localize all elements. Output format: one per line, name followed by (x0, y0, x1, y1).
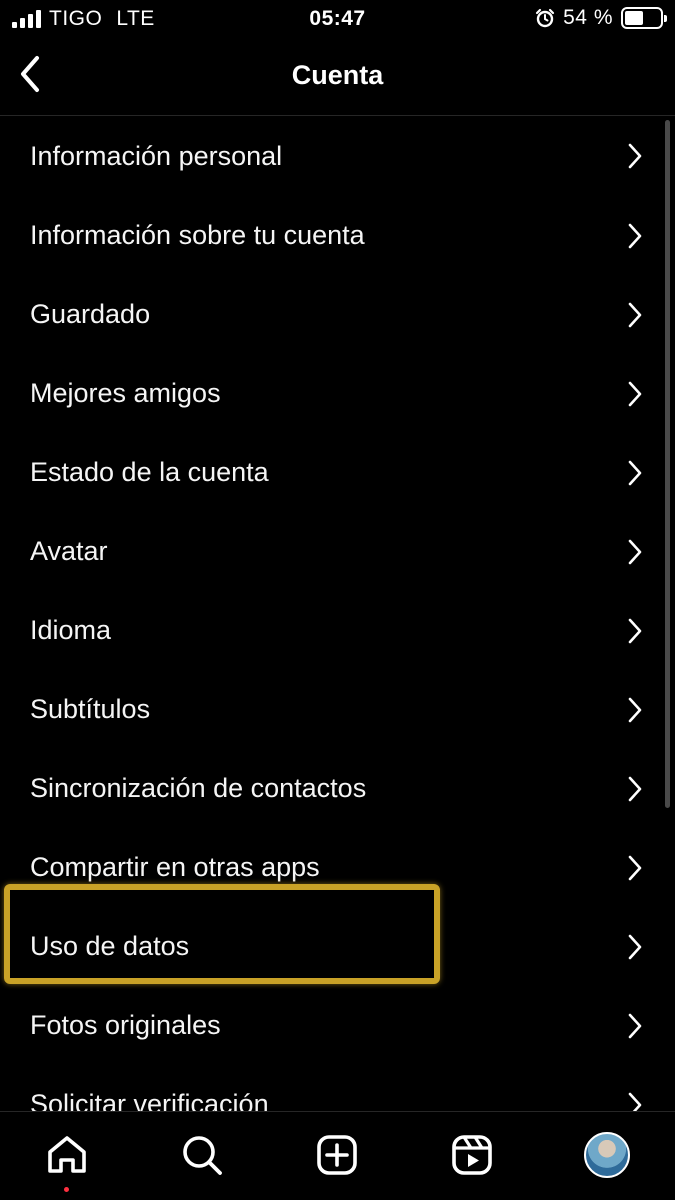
menu-item-about-account[interactable]: Información sobre tu cuenta (0, 196, 675, 275)
menu-item-label: Subtítulos (30, 694, 151, 724)
menu-item-close-friends[interactable]: Mejores amigos (0, 354, 675, 433)
battery-icon (621, 7, 667, 29)
scrollbar[interactable] (665, 120, 670, 808)
alarm-icon (536, 8, 555, 28)
header: Cuenta (0, 38, 675, 116)
status-right: 54 % (535, 6, 667, 30)
menu-item-original-photos[interactable]: Fotos originales (0, 986, 675, 1065)
home-icon (48, 1136, 86, 1173)
menu-item-share-other-apps[interactable]: Compartir en otras apps (0, 828, 675, 907)
chevron-right-icon (628, 460, 642, 485)
menu-item-label: Fotos originales (30, 1010, 221, 1040)
menu-item-personal-info[interactable]: Información personal (0, 116, 675, 196)
chevron-right-icon (628, 302, 642, 327)
menu-item-label: Idioma (30, 615, 112, 645)
menu-item-captions[interactable]: Subtítulos (0, 670, 675, 749)
tab-home[interactable] (42, 1130, 92, 1180)
chevron-right-icon (628, 1013, 642, 1038)
tab-create[interactable] (312, 1130, 362, 1180)
menu-item-language[interactable]: Idioma (0, 591, 675, 670)
menu-item-avatar[interactable]: Avatar (0, 512, 675, 591)
page-title: Cuenta (291, 60, 384, 90)
status-bar: TIGO LTE 05:47 54 % (0, 0, 675, 38)
chevron-right-icon (628, 223, 642, 248)
menu-item-contact-sync[interactable]: Sincronización de contactos (0, 749, 675, 828)
reels-icon (452, 1135, 492, 1175)
chevron-right-icon (628, 618, 642, 643)
chevron-right-icon (628, 143, 642, 169)
tab-search[interactable] (177, 1130, 227, 1180)
search-icon (183, 1136, 222, 1175)
account-settings-list: Información personal Información sobre t… (0, 116, 675, 1112)
chevron-right-icon (628, 776, 642, 801)
menu-item-label: Avatar (30, 536, 108, 566)
menu-item-label: Mejores amigos (30, 378, 221, 408)
tab-profile[interactable] (582, 1130, 632, 1180)
menu-item-saved[interactable]: Guardado (0, 275, 675, 354)
chevron-right-icon (628, 855, 642, 880)
tab-reels[interactable] (447, 1130, 497, 1180)
chevron-right-icon (628, 934, 642, 959)
menu-item-label: Estado de la cuenta (30, 457, 269, 487)
bottom-tab-bar (0, 1111, 675, 1200)
menu-item-label: Sincronización de contactos (30, 773, 367, 803)
menu-item-label: Solicitar verificación (30, 1089, 269, 1112)
battery-percent: 54 % (563, 6, 613, 29)
chevron-right-icon (628, 697, 642, 722)
chevron-right-icon (628, 539, 642, 564)
menu-item-label: Guardado (30, 299, 151, 329)
menu-item-request-verification[interactable]: Solicitar verificación (0, 1065, 675, 1112)
menu-item-label: Uso de datos (30, 931, 190, 961)
create-icon (317, 1135, 357, 1175)
menu-item-account-status[interactable]: Estado de la cuenta (0, 433, 675, 512)
menu-item-label: Información personal (30, 140, 283, 171)
avatar (584, 1132, 630, 1178)
menu-item-label: Información sobre tu cuenta (30, 220, 365, 250)
chevron-right-icon (628, 1092, 642, 1112)
chevron-right-icon (628, 381, 642, 406)
menu-item-label: Compartir en otras apps (30, 852, 320, 882)
menu-item-data-usage[interactable]: Uso de datos (0, 907, 675, 986)
notification-dot (64, 1187, 69, 1192)
